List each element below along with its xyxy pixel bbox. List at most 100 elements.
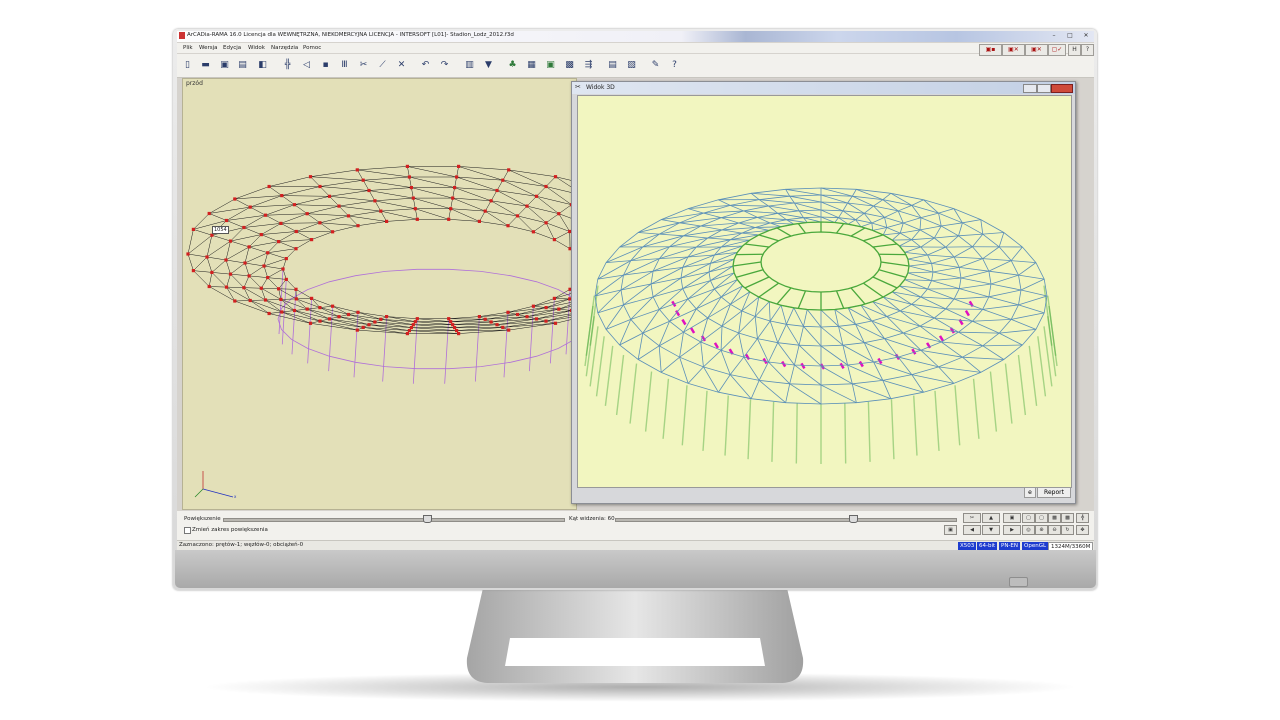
wireframe-model[interactable]: x xyxy=(183,79,576,509)
menu-pomoc[interactable]: Pomoc xyxy=(303,45,321,51)
window-title: ArCADia-RAMA 16.0 Licencja dla WEWNĘTRZN… xyxy=(187,32,514,38)
grid-view-icon[interactable]: ▩ xyxy=(564,59,575,71)
cut-tool-button[interactable]: ✂ xyxy=(963,513,981,523)
view-toggle-3[interactable]: ▣✕ xyxy=(1025,44,1048,56)
tree-icon[interactable]: ♣ xyxy=(507,59,518,71)
new-file-icon[interactable]: ▯ xyxy=(182,59,193,71)
node-cut-icon[interactable]: ⟋ xyxy=(377,59,388,71)
power-button[interactable] xyxy=(1009,577,1028,587)
zoom-out-button[interactable]: ⊖ xyxy=(1048,525,1061,535)
3d-window-icon: ✂ xyxy=(575,83,581,91)
node-number-tag: 1054 xyxy=(212,226,229,234)
list-icon[interactable]: ▥ xyxy=(464,59,475,71)
zoom-range-checkbox[interactable] xyxy=(184,527,191,534)
report-icon[interactable]: ▧ xyxy=(626,59,637,71)
status-badge: OpenGL xyxy=(1022,542,1049,550)
status-badge: X503 xyxy=(958,542,977,550)
menu-edycja[interactable]: Edycja xyxy=(223,45,241,51)
memory-readout: 1324M/3360M xyxy=(1048,542,1094,550)
zoom-slider[interactable] xyxy=(223,518,565,522)
zoom-slider-thumb[interactable] xyxy=(423,515,432,523)
view-toggle-2[interactable]: ▣✕ xyxy=(1002,44,1025,56)
front-view-panel[interactable]: przód x 1054 xyxy=(182,78,577,510)
selection-status: Zaznaczono: prętów-1; węzłów-0; obciążeń… xyxy=(179,542,304,548)
3d-render-canvas[interactable] xyxy=(577,95,1072,488)
filter-icon[interactable]: ▼ xyxy=(483,59,494,71)
angle-slider[interactable] xyxy=(615,518,957,522)
help-icon[interactable]: ? xyxy=(669,59,680,71)
menu-wersja[interactable]: Wersja xyxy=(199,45,218,51)
title-bar: ArCADia-RAMA 16.0 Licencja dla WEWNĘTRZN… xyxy=(177,31,1094,42)
minimize-button[interactable]: – xyxy=(1047,32,1061,40)
cut-icon[interactable]: ✂ xyxy=(358,59,369,71)
axis-gizmo-icon: x xyxy=(194,471,237,499)
down-button[interactable]: ▼ xyxy=(982,525,1000,535)
right-button[interactable]: ▶ xyxy=(1003,525,1021,535)
view-front-button[interactable]: ▢ xyxy=(1022,513,1035,523)
toolbar: ▯ ▬ ▣ ▤ ◧ ╬ ◁ ▪ Ⅲ ✂ ⟋ ✕ ↶ ↷ ▥ ▼ ♣ ▦ ▣ ▩ … xyxy=(177,44,1094,78)
stadium-3d-model xyxy=(584,187,1058,464)
app-window: ArCADia-RAMA 16.0 Licencja dla WEWNĘTRZN… xyxy=(177,31,1094,550)
image-view-icon[interactable]: ▣ xyxy=(545,59,556,71)
node-icon[interactable]: ◁ xyxy=(301,59,312,71)
grid-toggle-button[interactable]: ╬ xyxy=(1076,513,1089,523)
menu-plik[interactable]: Plik xyxy=(183,45,193,51)
view-toggle-4[interactable]: ▢✓ xyxy=(1048,44,1066,56)
layers-icon[interactable]: ◧ xyxy=(257,59,268,71)
app-icon xyxy=(179,32,185,39)
view-toggle-1[interactable]: ▣▪ xyxy=(979,44,1002,56)
report-button[interactable]: Report xyxy=(1037,487,1071,498)
support-columns xyxy=(277,268,576,384)
status-bar: Zaznaczono: prętów-1; węzłów-0; obciążeń… xyxy=(177,540,1094,550)
table-view-icon[interactable]: ▦ xyxy=(526,59,537,71)
render-button[interactable]: ▣ xyxy=(944,525,957,535)
view-iso-button[interactable]: ▩ xyxy=(1061,513,1074,523)
left-button[interactable]: ◀ xyxy=(963,525,981,535)
3d-window-titlebar: ✂ Widok 3D xyxy=(572,82,1075,94)
wrench-icon[interactable]: ✎ xyxy=(650,59,661,71)
zoom-label: Powiększenie xyxy=(184,516,221,522)
view-side-button[interactable]: ▢ xyxy=(1035,513,1048,523)
angle-slider-thumb[interactable] xyxy=(849,515,858,523)
undo-icon[interactable]: ↶ xyxy=(420,59,431,71)
menu-widok[interactable]: Widok xyxy=(248,45,265,51)
zoom-panel: Powiększenie Zmień zakres powiększenia K… xyxy=(177,511,1094,540)
roof-nodes xyxy=(186,164,574,336)
save-icon[interactable]: ▣ xyxy=(219,59,230,71)
h-button[interactable]: H xyxy=(1068,44,1081,56)
up-button[interactable]: ▲ xyxy=(982,513,1000,523)
table-icon[interactable]: ▤ xyxy=(237,59,248,71)
3d-green-beams xyxy=(732,221,910,311)
3d-maximize-button[interactable] xyxy=(1037,84,1051,93)
3d-close-button[interactable] xyxy=(1051,84,1073,93)
status-badge: PN-EN xyxy=(999,542,1021,550)
align-icon[interactable]: ⇶ xyxy=(583,59,594,71)
menu-narzedzia[interactable]: Narzędzia xyxy=(271,45,298,51)
grid-icon[interactable]: ╬ xyxy=(282,59,293,71)
3d-minimize-button[interactable] xyxy=(1023,84,1037,93)
view-top-button[interactable]: ▩ xyxy=(1048,513,1061,523)
angle-label: Kąt widzenia: 60 xyxy=(569,516,615,522)
maximize-button[interactable]: □ xyxy=(1063,32,1077,40)
join-icon[interactable]: ▪ xyxy=(320,59,331,71)
delete-icon[interactable]: ✕ xyxy=(396,59,407,71)
3d-window-title: Widok 3D xyxy=(586,84,615,91)
help-button[interactable]: ? xyxy=(1081,44,1094,56)
redo-icon[interactable]: ↷ xyxy=(439,59,450,71)
monitor-chin xyxy=(175,550,1096,588)
zoom-fit-button[interactable]: ◎ xyxy=(1022,525,1035,535)
monitor-stand xyxy=(466,588,804,683)
rotate-button[interactable]: ↻ xyxy=(1061,525,1074,535)
pan-button[interactable]: ✥ xyxy=(1076,525,1089,535)
calculator-icon[interactable]: ▤ xyxy=(607,59,618,71)
3d-view-window[interactable]: ✂ Widok 3D e Report xyxy=(571,81,1076,504)
roof-wireframe xyxy=(187,166,576,334)
columns-icon[interactable]: Ⅲ xyxy=(339,59,350,71)
e-button[interactable]: e xyxy=(1024,487,1036,498)
open-folder-icon[interactable]: ▬ xyxy=(200,59,211,71)
lock-button[interactable]: ▣ xyxy=(1003,513,1021,523)
close-button[interactable]: ✕ xyxy=(1079,32,1093,40)
zoom-in-button[interactable]: ⊕ xyxy=(1035,525,1048,535)
svg-text:x: x xyxy=(234,494,237,499)
zoom-range-label: Zmień zakres powiększenia xyxy=(192,527,268,533)
